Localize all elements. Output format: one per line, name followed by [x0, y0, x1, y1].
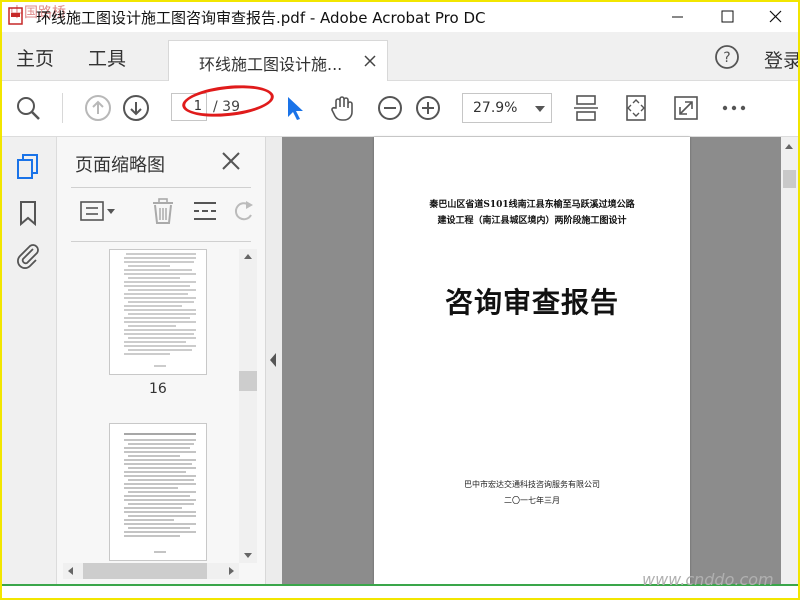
document-header-line1: 秦巴山区省道S101线南江县东榆至马跃溪过境公路: [429, 200, 635, 210]
main-toolbar: 1 / 39 27.9%: [2, 81, 798, 137]
full-screen-icon[interactable]: [672, 94, 700, 122]
thumbnail-text-lines: [124, 433, 196, 553]
panel-title: 页面缩略图: [75, 155, 165, 176]
page-display-icon[interactable]: [572, 94, 600, 122]
search-icon[interactable]: [14, 94, 42, 122]
close-panel-icon[interactable]: [221, 151, 241, 171]
more-options-icon[interactable]: [720, 94, 748, 122]
zoom-out-icon[interactable]: [376, 94, 404, 122]
thumbnails-panel: 页面缩略图 16: [57, 137, 266, 584]
window-title: 环线施工图设计施工图咨询审查报告.pdf - Adobe Acrobat Pro…: [36, 9, 486, 27]
chevron-down-icon: [535, 106, 545, 112]
rotate-page-icon[interactable]: [229, 197, 257, 225]
panel-divider: [71, 187, 251, 188]
delete-page-icon[interactable]: [149, 197, 177, 225]
attachment-icon[interactable]: [14, 241, 42, 269]
menu-tab-bar: 主页 工具 环线施工图设计施... ? 登录: [2, 32, 798, 81]
login-link[interactable]: 登录: [764, 46, 798, 73]
previous-page-icon[interactable]: [84, 94, 112, 122]
zoom-level-value: 27.9%: [473, 100, 518, 116]
page-thumbnail[interactable]: [109, 249, 207, 375]
document-header-line2: 建设工程（南江县城区境内）两阶段施工图设计: [437, 216, 627, 226]
acrobat-window: 中国路桥 环线施工图设计施工图咨询审查报告.pdf - Adobe Acroba…: [0, 0, 800, 600]
bookmark-icon[interactable]: [14, 199, 42, 227]
thumbnail-page-label: 16: [149, 381, 167, 397]
select-cursor-icon[interactable]: [282, 94, 310, 122]
close-tab-icon[interactable]: [363, 53, 377, 67]
panel-collapse-handle[interactable]: [266, 137, 282, 584]
menu-home[interactable]: 主页: [16, 44, 54, 71]
document-company: 巴中市宏达交通科技咨询服务有限公司: [464, 480, 600, 489]
thumbnail-options-icon[interactable]: [79, 197, 115, 225]
close-window-button[interactable]: [752, 2, 798, 32]
document-date: 二〇一七年三月: [504, 496, 560, 505]
hand-tool-icon[interactable]: [328, 94, 356, 122]
help-icon[interactable]: ?: [714, 44, 740, 70]
panel-divider: [71, 241, 251, 242]
menu-tools[interactable]: 工具: [88, 44, 126, 71]
left-navigation-rail: [2, 137, 57, 584]
zoom-level-select[interactable]: 27.9%: [462, 93, 552, 123]
document-scroll-thumb[interactable]: [783, 170, 796, 188]
document-tab[interactable]: 环线施工图设计施...: [168, 40, 388, 81]
thumbnail-scroll-thumb[interactable]: [239, 371, 257, 391]
insert-page-icon[interactable]: [191, 197, 219, 225]
document-tab-label: 环线施工图设计施...: [199, 55, 343, 74]
title-bar: 中国路桥 环线施工图设计施工图咨询审查报告.pdf - Adobe Acroba…: [2, 2, 798, 32]
thumbnail-text-lines: [124, 253, 196, 367]
document-title: 咨询审查报告: [444, 286, 619, 319]
svg-text:?: ?: [723, 50, 730, 66]
zoom-in-icon[interactable]: [414, 94, 442, 122]
fit-page-icon[interactable]: [622, 94, 650, 122]
pdf-page[interactable]: 秦巴山区省道S101线南江县东榆至马跃溪过境公路 建设工程（南江县城区境内）两阶…: [374, 137, 690, 584]
minimize-button[interactable]: [654, 2, 700, 32]
thumbnail-vertical-scrollbar[interactable]: [239, 249, 257, 563]
toolbar-divider: [62, 93, 63, 123]
thumbnail-hscroll-thumb[interactable]: [83, 563, 207, 579]
maximize-button[interactable]: [704, 2, 750, 32]
next-page-icon[interactable]: [122, 94, 150, 122]
document-vertical-scrollbar[interactable]: [781, 137, 798, 584]
watermark-bottom-right: www.cnddo.com: [642, 570, 774, 589]
page-thumbnail[interactable]: [109, 423, 207, 561]
page-thumbnails-icon[interactable]: [14, 153, 42, 181]
